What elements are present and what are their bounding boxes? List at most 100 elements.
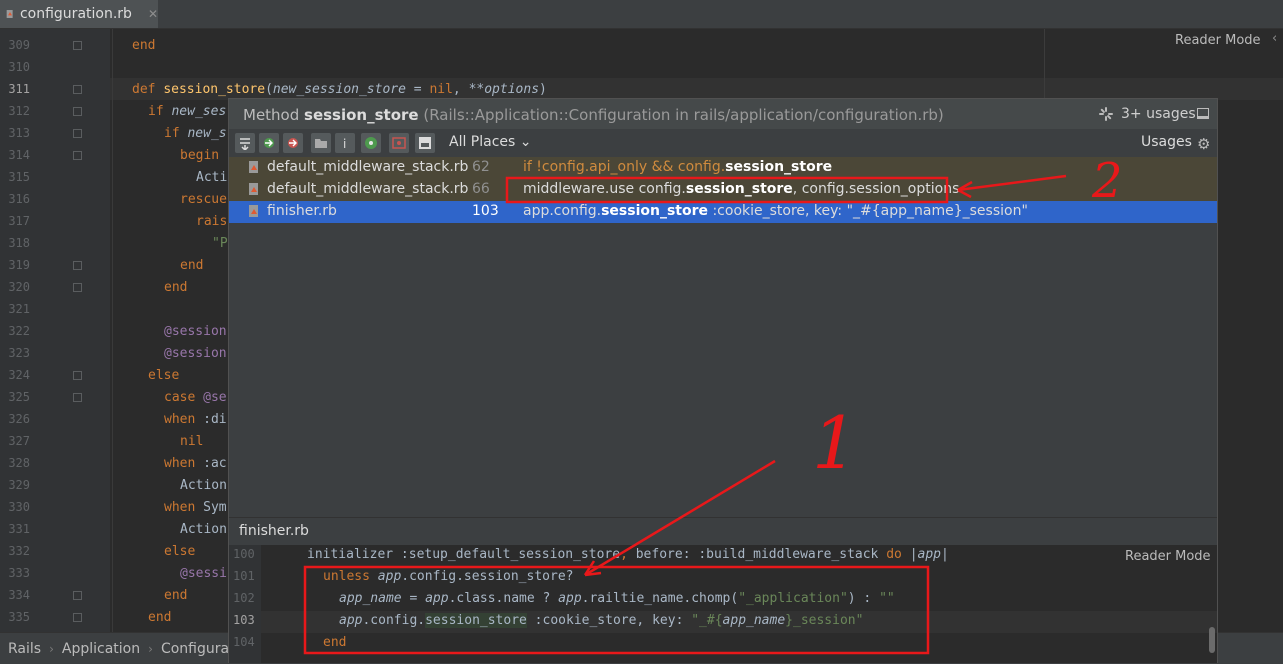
code-match: session_store: [725, 159, 833, 175]
title-prefix: Method: [243, 106, 305, 124]
preview-scrollbar[interactable]: [1209, 627, 1215, 653]
preview-toggle-button[interactable]: [415, 133, 435, 153]
line-number: 309: [8, 38, 30, 52]
fold-marker[interactable]: [73, 393, 82, 402]
param: new_ses: [171, 104, 227, 119]
usage-line: 103: [472, 203, 499, 219]
fold-marker[interactable]: [73, 613, 82, 622]
scope-dropdown[interactable]: All Places ⌄: [449, 134, 532, 150]
code-line-333: @sessi: [180, 566, 227, 581]
chevron-left-icon[interactable]: ‹: [1272, 31, 1277, 46]
preview-filename: finisher.rb: [239, 523, 309, 539]
show-exclude-button[interactable]: [389, 133, 409, 153]
close-icon[interactable]: ✕: [148, 7, 158, 21]
code-post: , config.session_options: [792, 181, 960, 197]
token: |: [941, 547, 949, 562]
line-number: 321: [8, 302, 30, 316]
ruby-file-icon: [249, 161, 258, 173]
line-number: 316: [8, 192, 30, 206]
code-line-327: nil: [180, 434, 204, 449]
breadcrumb-configuration[interactable]: Configura: [161, 641, 229, 657]
token: initializer: [307, 547, 401, 562]
code-line-332: else: [164, 544, 196, 559]
folder-icon: [315, 139, 327, 148]
usage-row-selected[interactable]: finisher.rb 103 app.config.session_store…: [229, 201, 1217, 223]
show-write-access-button[interactable]: [283, 133, 303, 153]
fold-marker[interactable]: [73, 41, 82, 50]
token: app: [917, 547, 941, 562]
gear-icon[interactable]: ⚙: [1197, 135, 1210, 153]
line-number: 334: [8, 588, 30, 602]
line-number: 313: [8, 126, 30, 140]
usages-label: Usages: [1141, 134, 1192, 150]
ivar: @se: [203, 390, 227, 405]
fold-marker[interactable]: [73, 371, 82, 380]
token: .class.name ?: [448, 591, 559, 606]
operator: =: [405, 82, 430, 97]
line-number: 323: [8, 346, 30, 360]
title-context: (Rails::Application::Configuration in ra…: [418, 106, 944, 124]
line-number: 314: [8, 148, 30, 162]
usage-row[interactable]: default_middleware_stack.rb 66 middlewar…: [229, 179, 1217, 201]
fold-marker[interactable]: [73, 261, 82, 270]
line-number: 333: [8, 566, 30, 580]
token: do: [886, 547, 910, 562]
breadcrumb-rails[interactable]: Rails: [8, 641, 41, 657]
show-info-button[interactable]: i: [335, 133, 355, 153]
token: app_name: [722, 613, 786, 628]
fold-marker[interactable]: [73, 151, 82, 160]
preview-header: finisher.rb: [229, 517, 1217, 546]
chevron-right-icon: ›: [148, 641, 153, 656]
usage-row[interactable]: default_middleware_stack.rb 62 if !confi…: [229, 157, 1217, 179]
code-line-313: if new_s: [164, 126, 227, 141]
keyword: def: [132, 82, 164, 97]
fold-marker[interactable]: [73, 107, 82, 116]
param: new_s: [187, 126, 227, 141]
find-usages-popup: Method session_store (Rails::Application…: [228, 98, 1218, 663]
param: new_session_store: [272, 82, 406, 97]
code-preview[interactable]: 100 101 102 103 104 initializer :setup_d…: [229, 545, 1217, 663]
merge-usages-button[interactable]: [235, 133, 255, 153]
reader-mode-button[interactable]: Reader Mode: [1125, 549, 1211, 564]
line-number: 322: [8, 324, 30, 338]
fold-marker[interactable]: [73, 591, 82, 600]
usage-file: finisher.rb: [267, 203, 337, 219]
token: "_application": [738, 591, 848, 606]
token: }_session": [785, 613, 864, 628]
fold-marker[interactable]: [73, 85, 82, 94]
line-number: 310: [8, 60, 30, 74]
keyword: when: [164, 500, 204, 515]
code-pre: if !config.api_only && config.: [523, 159, 726, 175]
symbol: :ac: [203, 456, 227, 471]
exclude-icon: [392, 137, 406, 149]
code-line-329: Action: [180, 478, 227, 493]
line-number: 319: [8, 258, 30, 272]
keyword: if: [148, 104, 172, 119]
group-by-directory-button[interactable]: [311, 133, 331, 153]
pin-window-icon[interactable]: [1197, 108, 1209, 119]
keyword: when: [164, 412, 204, 427]
code-line-325: case @se: [164, 390, 227, 405]
tab-configuration-rb[interactable]: configuration.rb ✕: [0, 0, 158, 28]
code-line-330: when Sym: [164, 500, 227, 515]
symbol: :di: [203, 412, 227, 427]
popup-toolbar: i All Places ⌄ Usages ⚙: [229, 129, 1217, 157]
token: :build_middleware_stack: [698, 547, 887, 562]
breadcrumb-application[interactable]: Application: [62, 641, 140, 657]
write-access-icon: [288, 138, 298, 148]
keyword: case: [164, 390, 204, 405]
line-number: 326: [8, 412, 30, 426]
show-test-usages-button[interactable]: [361, 133, 381, 153]
token: :setup_default_session_store: [400, 547, 621, 562]
fold-marker[interactable]: [73, 283, 82, 292]
show-read-access-button[interactable]: [259, 133, 279, 153]
line-number: 332: [8, 544, 30, 558]
line-number: 101: [233, 569, 255, 583]
code-line-328: when :ac: [164, 456, 227, 471]
fold-marker[interactable]: [73, 129, 82, 138]
chevron-right-icon: ›: [49, 641, 54, 656]
svg-text:i: i: [343, 137, 346, 150]
constant: Sym: [203, 500, 227, 515]
reader-mode-button[interactable]: Reader Mode: [1175, 33, 1261, 48]
code-post: :cookie_store, key: "_#{app_name}_sessio…: [708, 203, 1028, 219]
